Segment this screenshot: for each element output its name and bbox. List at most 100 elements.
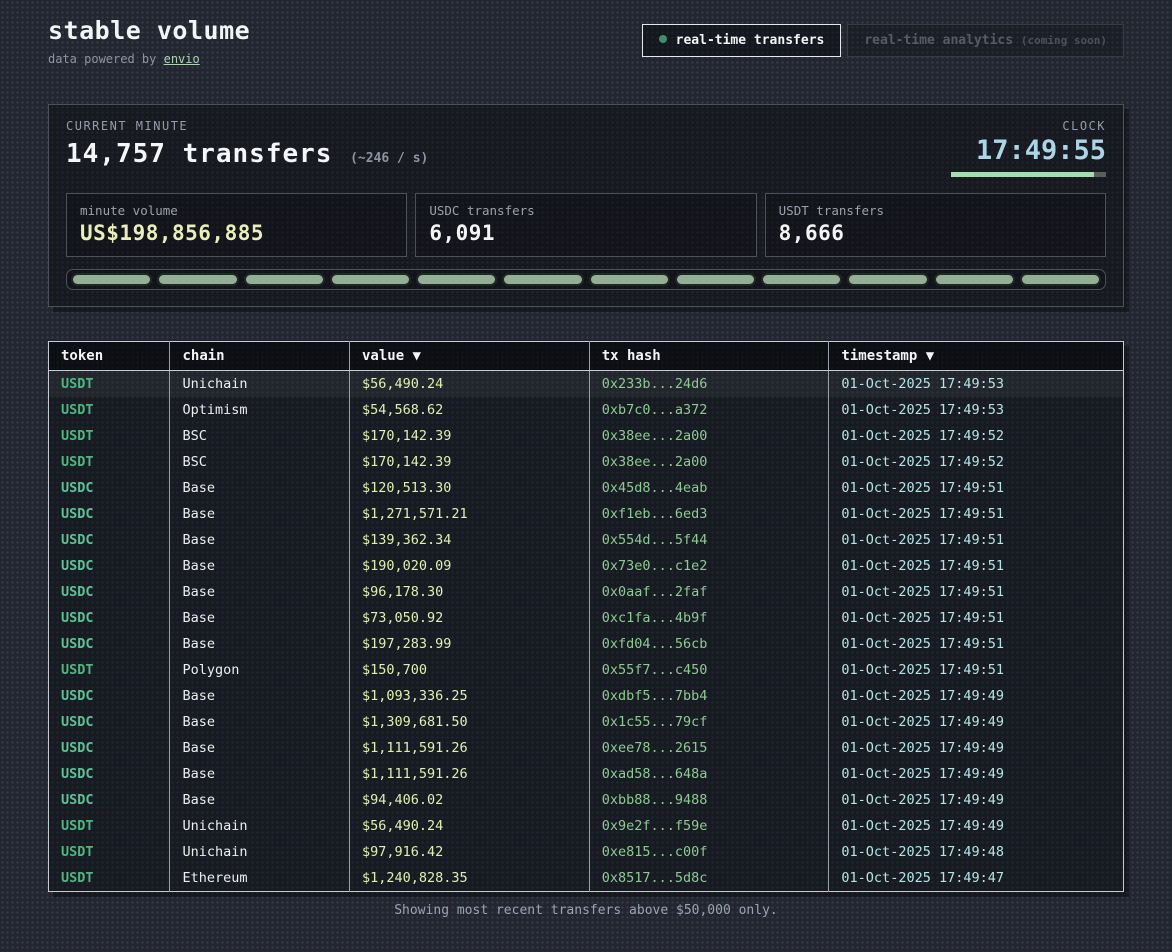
cell-timestamp: 01-Oct-2025 17:49:49 (829, 787, 1124, 813)
column-header-tx-hash[interactable]: tx hash (589, 342, 829, 371)
brand-block: stable volume data powered by envio (48, 16, 250, 66)
table-row: USDTEthereum$1,240,828.350x8517...5d8c01… (49, 865, 1124, 892)
transfers-tbody: USDTUnichain$56,490.240x233b...24d601-Oc… (49, 371, 1124, 892)
cell-timestamp: 01-Oct-2025 17:49:51 (829, 579, 1124, 605)
cell-token: USDT (49, 839, 170, 865)
activity-segment (761, 273, 842, 286)
table-row: USDCBase$1,309,681.500x1c55...79cf01-Oct… (49, 709, 1124, 735)
live-dot-icon (659, 35, 667, 43)
cell-tx-hash: 0x38ee...2a00 (589, 423, 829, 449)
cell-token: USDT (49, 449, 170, 475)
cell-tx-hash: 0x73e0...c1e2 (589, 553, 829, 579)
tab-realtime-analytics: real-time analytics (coming soon) (847, 24, 1124, 57)
clock-block: CLOCK 17:49:55 (951, 119, 1106, 177)
cell-timestamp: 01-Oct-2025 17:49:51 (829, 501, 1124, 527)
transfers-count: 14,757 transfers (66, 139, 332, 169)
cell-timestamp: 01-Oct-2025 17:49:49 (829, 735, 1124, 761)
cell-tx-hash: 0xe815...c00f (589, 839, 829, 865)
cell-tx-hash: 0x0aaf...2faf (589, 579, 829, 605)
activity-segment-fill (763, 275, 840, 284)
activity-segment-fill (159, 275, 236, 284)
cell-value: $1,271,571.21 (349, 501, 589, 527)
cell-timestamp: 01-Oct-2025 17:49:49 (829, 683, 1124, 709)
table-row: USDCBase$197,283.990xfd04...56cb01-Oct-2… (49, 631, 1124, 657)
cell-value: $1,240,828.35 (349, 865, 589, 892)
cell-chain: Base (170, 709, 350, 735)
minute-progress-bar (951, 172, 1106, 177)
column-header-chain[interactable]: chain (170, 342, 350, 371)
column-header-value[interactable]: value ▼ (349, 342, 589, 371)
cell-tx-hash: 0xc1fa...4b9f (589, 605, 829, 631)
cell-chain: Base (170, 787, 350, 813)
stat-label: USDT transfers (779, 203, 1092, 218)
cell-timestamp: 01-Oct-2025 17:49:51 (829, 657, 1124, 683)
activity-segment-fill (418, 275, 495, 284)
activity-segment (502, 273, 583, 286)
cell-token: USDC (49, 475, 170, 501)
cell-timestamp: 01-Oct-2025 17:49:48 (829, 839, 1124, 865)
cell-token: USDT (49, 865, 170, 892)
cell-value: $1,093,336.25 (349, 683, 589, 709)
activity-segment (71, 273, 152, 286)
cell-token: USDC (49, 501, 170, 527)
activity-segment-fill (936, 275, 1013, 284)
cell-chain: Base (170, 735, 350, 761)
cell-timestamp: 01-Oct-2025 17:49:49 (829, 813, 1124, 839)
cell-timestamp: 01-Oct-2025 17:49:47 (829, 865, 1124, 892)
envio-link[interactable]: envio (164, 52, 200, 66)
current-minute-panel: CURRENT MINUTE 14,757 transfers (~246 / … (48, 104, 1124, 307)
cell-chain: Base (170, 761, 350, 787)
cell-chain: Base (170, 553, 350, 579)
minute-progress-fill (951, 172, 1094, 177)
table-header-row: tokenchainvalue ▼tx hashtimestamp ▼ (49, 342, 1124, 371)
cell-tx-hash: 0xf1eb...6ed3 (589, 501, 829, 527)
cell-tx-hash: 0xbb88...9488 (589, 787, 829, 813)
column-header-timestamp[interactable]: timestamp ▼ (829, 342, 1124, 371)
activity-segment (157, 273, 238, 286)
activity-segment (589, 273, 670, 286)
cell-tx-hash: 0x45d8...4eab (589, 475, 829, 501)
cell-chain: Base (170, 605, 350, 631)
cell-value: $1,309,681.50 (349, 709, 589, 735)
coming-soon-badge: (coming soon) (1021, 34, 1107, 47)
cell-value: $150,700 (349, 657, 589, 683)
cell-value: $120,513.30 (349, 475, 589, 501)
table-row: USDCBase$1,111,591.260xad58...648a01-Oct… (49, 761, 1124, 787)
table-row: USDTPolygon$150,7000x55f7...c45001-Oct-2… (49, 657, 1124, 683)
current-minute-label: CURRENT MINUTE (66, 119, 428, 133)
table-row: USDCBase$73,050.920xc1fa...4b9f01-Oct-20… (49, 605, 1124, 631)
cell-tx-hash: 0x8517...5d8c (589, 865, 829, 892)
table-row: USDTBSC$170,142.390x38ee...2a0001-Oct-20… (49, 423, 1124, 449)
table-header: tokenchainvalue ▼tx hashtimestamp ▼ (49, 342, 1124, 371)
table-row: USDTUnichain$56,490.240x9e2f...f59e01-Oc… (49, 813, 1124, 839)
cell-value: $56,490.24 (349, 371, 589, 398)
cell-tx-hash: 0xb7c0...a372 (589, 397, 829, 423)
stat-value: 8,666 (779, 221, 1092, 245)
transfers-table: tokenchainvalue ▼tx hashtimestamp ▼ USDT… (48, 341, 1124, 892)
table-row: USDCBase$96,178.300x0aaf...2faf01-Oct-20… (49, 579, 1124, 605)
cell-timestamp: 01-Oct-2025 17:49:52 (829, 449, 1124, 475)
cell-chain: Optimism (170, 397, 350, 423)
table-row: USDCBase$120,513.300x45d8...4eab01-Oct-2… (49, 475, 1124, 501)
column-header-token[interactable]: token (49, 342, 170, 371)
cell-chain: Base (170, 501, 350, 527)
cell-token: USDC (49, 761, 170, 787)
stat-usdt-transfers: USDT transfers 8,666 (765, 193, 1106, 257)
cell-token: USDC (49, 605, 170, 631)
cell-token: USDT (49, 423, 170, 449)
stat-value: US$198,856,885 (80, 221, 393, 245)
transfers-rate: (~246 / s) (350, 151, 428, 166)
cell-chain: Unichain (170, 371, 350, 398)
cell-timestamp: 01-Oct-2025 17:49:53 (829, 371, 1124, 398)
table-row: USDCBase$1,271,571.210xf1eb...6ed301-Oct… (49, 501, 1124, 527)
activity-segment (244, 273, 325, 286)
cell-token: USDT (49, 397, 170, 423)
tab-bar: real-time transfers real-time analytics … (642, 24, 1124, 57)
tab-realtime-transfers[interactable]: real-time transfers (642, 24, 842, 57)
cell-value: $54,568.62 (349, 397, 589, 423)
cell-value: $197,283.99 (349, 631, 589, 657)
cell-chain: BSC (170, 423, 350, 449)
cell-value: $94,406.02 (349, 787, 589, 813)
transfers-table-section: tokenchainvalue ▼tx hashtimestamp ▼ USDT… (48, 341, 1124, 892)
cell-value: $73,050.92 (349, 605, 589, 631)
